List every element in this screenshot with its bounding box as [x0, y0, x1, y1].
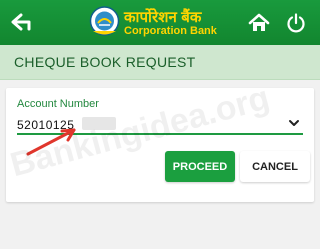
account-number-label: Account Number	[17, 98, 99, 110]
home-icon[interactable]	[248, 12, 270, 34]
cancel-button[interactable]: CANCEL	[240, 151, 310, 182]
bank-logo-icon	[89, 6, 120, 36]
back-arrow-icon	[11, 13, 31, 31]
section-header: CHEQUE BOOK REQUEST	[0, 45, 320, 80]
brand-name-hindi: कार्पोरेशन बैंक	[124, 9, 202, 26]
annotation-arrow-icon	[26, 128, 76, 156]
top-bar: कार्पोरेशन बैंक Corporation Bank	[0, 0, 320, 45]
page-title: CHEQUE BOOK REQUEST	[14, 54, 196, 70]
chevron-down-icon[interactable]	[288, 118, 300, 128]
proceed-button[interactable]: PROCEED	[165, 151, 235, 182]
brand-name-english: Corporation Bank	[124, 25, 217, 37]
back-button[interactable]	[8, 9, 34, 35]
power-icon[interactable]	[285, 12, 307, 34]
app: कार्पोरेशन बैंक Corporation Bank CHEQUE …	[0, 0, 320, 249]
